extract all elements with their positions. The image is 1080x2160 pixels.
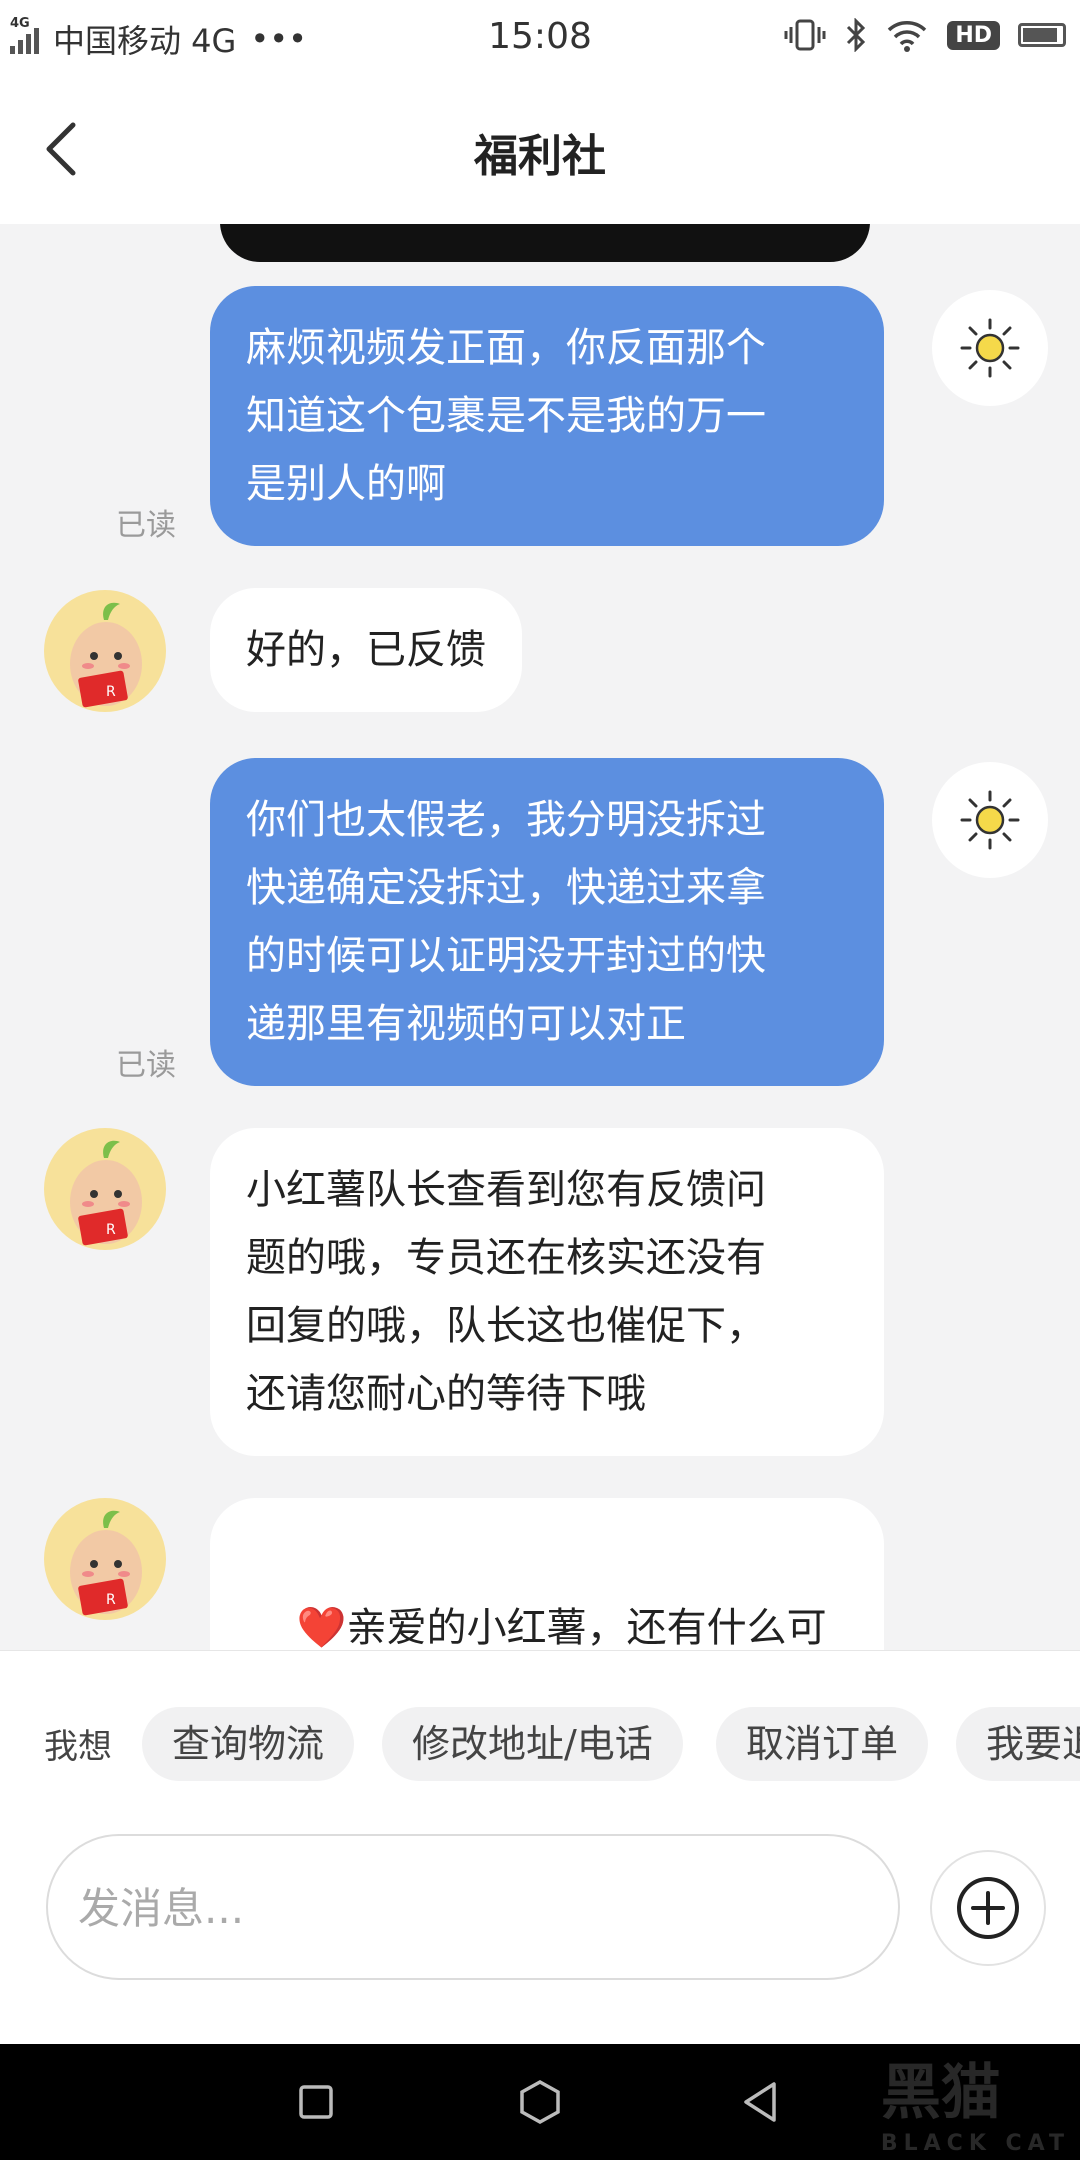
bluetooth-icon (847, 18, 866, 52)
chip-refund[interactable]: 我要退 (956, 1707, 1080, 1781)
watermark: 黑猫 BLACK CAT (881, 2044, 1070, 2156)
home-button[interactable] (510, 2072, 570, 2132)
previous-message-edge (220, 224, 870, 262)
back-nav-button[interactable] (730, 2072, 790, 2132)
add-attachment-button[interactable] (930, 1850, 1046, 1966)
title-bar: 福利社 (0, 74, 1080, 224)
status-bar: 4G 中国移动 4G ••• 15:08 HD (0, 0, 1080, 74)
chip-track-logistics[interactable]: 查询物流 (142, 1707, 355, 1781)
sun-icon (960, 790, 1020, 850)
quick-actions-bar: 我想 查询物流 修改地址/电话 取消订单 我要退 (0, 1650, 1080, 1835)
message-input[interactable]: 发消息... (46, 1834, 900, 1980)
quick-actions-label: 我想 (44, 1727, 112, 1767)
agent-avatar[interactable]: R (44, 590, 166, 712)
hexagon-icon (520, 2079, 560, 2125)
recent-apps-button[interactable] (286, 2072, 346, 2132)
sun-icon (960, 318, 1020, 378)
read-status: 已读 (116, 1048, 176, 1083)
plus-circle-icon (957, 1877, 1019, 1939)
watermark-subtext: BLACK CAT (880, 2131, 1070, 2156)
vibrate-icon (784, 19, 826, 51)
svg-text:R: R (106, 1592, 116, 1608)
hd-badge: HD (947, 20, 1000, 50)
message-bubble[interactable]: 麻烦视频发正面，你反面那个 知道这个包裹是不是我的万一 是别人的啊 (210, 286, 884, 546)
svg-text:R: R (106, 684, 116, 700)
message-bubble[interactable]: 好的，已反馈 (210, 588, 522, 712)
sweet-potato-mascot-icon: R (70, 602, 142, 708)
user-avatar[interactable] (932, 762, 1048, 878)
system-nav-bar: 黑猫 BLACK CAT (0, 2044, 1080, 2160)
svg-text:R: R (106, 1222, 116, 1238)
triangle-back-icon (744, 2082, 776, 2122)
square-icon (299, 2085, 333, 2119)
message-bubble[interactable]: 小红薯队长查看到您有反馈问 题的哦，专员还在核实还没有 回复的哦，队长这也催促下… (210, 1128, 884, 1456)
chip-change-address[interactable]: 修改地址/电话 (382, 1707, 683, 1781)
page-title: 福利社 (474, 131, 606, 182)
agent-avatar[interactable]: R (44, 1498, 166, 1620)
composer-bar: 发消息... (0, 1834, 1080, 2044)
watermark-text: 黑猫 (880, 2058, 1001, 2128)
message-bubble[interactable]: 你们也太假老，我分明没拆过 快递确定没拆过，快递过来拿 的时候可以证明没开封过的… (210, 758, 884, 1086)
agent-avatar[interactable]: R (44, 1128, 166, 1250)
message-bubble[interactable]: ❤️亲爱的小红薯，还有什么可 以帮您的吗? (210, 1498, 884, 1650)
user-avatar[interactable] (932, 290, 1048, 406)
sweet-potato-mascot-icon: R (70, 1140, 142, 1246)
read-status: 已读 (116, 508, 176, 543)
battery-icon (1018, 23, 1066, 47)
chat-area[interactable]: 麻烦视频发正面，你反面那个 知道这个包裹是不是我的万一 是别人的啊 已读 R 好… (0, 224, 1080, 1650)
heart-icon: ❤️ (296, 1605, 347, 1650)
wifi-icon (888, 21, 927, 52)
sweet-potato-mascot-icon: R (70, 1510, 142, 1616)
chip-cancel-order[interactable]: 取消订单 (716, 1707, 929, 1781)
